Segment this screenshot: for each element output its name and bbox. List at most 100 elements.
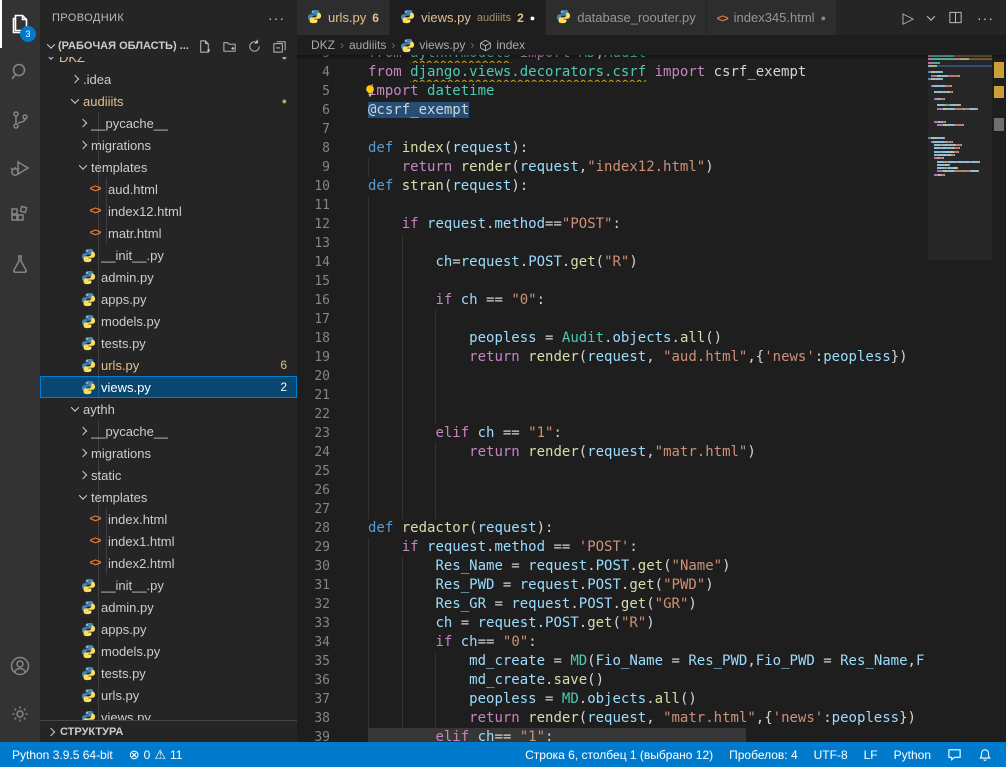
code-line-12[interactable]: 12 if request.method=="POST":	[297, 215, 928, 234]
code-line-26[interactable]: 26	[297, 481, 928, 500]
problems-status[interactable]: ⊗ 0 ⚠ 11	[121, 742, 191, 767]
run-python-file-button[interactable]: ▷	[902, 9, 914, 27]
tree-item--init-py[interactable]: __init__.py	[40, 244, 297, 266]
tree-item-index12-html[interactable]: <>index12.html	[40, 200, 297, 222]
code-line-14[interactable]: 14 ch=request.POST.get("R")	[297, 253, 928, 272]
code-line-38[interactable]: 38 return render(request, "matr.html",{'…	[297, 709, 928, 728]
workspace-section-header[interactable]: (РАБОЧАЯ ОБЛАСТЬ) ...	[40, 35, 297, 57]
notifications-bell-icon[interactable]	[970, 742, 1000, 767]
tree-item--idea[interactable]: .idea	[40, 68, 297, 90]
code-line-24[interactable]: 24 return render(request,"matr.html")	[297, 443, 928, 462]
code-line-22[interactable]: 22	[297, 405, 928, 424]
code-line-21[interactable]: 21	[297, 386, 928, 405]
lightbulb-icon[interactable]	[363, 84, 377, 101]
tree-item-models-py[interactable]: models.py	[40, 310, 297, 332]
tree-item-views-py[interactable]: views.py	[40, 706, 297, 720]
code-line-28[interactable]: 28def redactor(request):	[297, 519, 928, 538]
code-line-29[interactable]: 29 if request.method == 'POST':	[297, 538, 928, 557]
dirty-dot-icon[interactable]: ●	[530, 13, 535, 23]
tree-item-tests-py[interactable]: tests.py	[40, 662, 297, 684]
code-line-31[interactable]: 31 Res_PWD = request.POST.get("PWD")	[297, 576, 928, 595]
python-interpreter-status[interactable]: Python 3.9.5 64-bit	[4, 742, 121, 767]
tree-item-aud-html[interactable]: <>aud.html	[40, 178, 297, 200]
tree-item-templates[interactable]: templates	[40, 486, 297, 508]
feedback-icon[interactable]	[939, 742, 970, 767]
code-line-32[interactable]: 32 Res_GR = request.POST.get("GR")	[297, 595, 928, 614]
breadcrumb-item-audiiits[interactable]: audiiits	[349, 38, 386, 52]
code-line-6[interactable]: 6@csrf_exempt	[297, 101, 928, 120]
explorer-icon[interactable]: 3	[0, 0, 40, 48]
tree-item--pycache-[interactable]: __pycache__	[40, 112, 297, 134]
sidebar-more-icon[interactable]: ···	[268, 10, 285, 26]
tree-item--init-py[interactable]: __init__.py	[40, 574, 297, 596]
code-line-30[interactable]: 30 Res_Name = request.POST.get("Name")	[297, 557, 928, 576]
tree-item-urls-py[interactable]: urls.py	[40, 684, 297, 706]
new-file-icon[interactable]	[197, 39, 212, 54]
code-line-17[interactable]: 17	[297, 310, 928, 329]
code-line-25[interactable]: 25	[297, 462, 928, 481]
tree-item-aythh[interactable]: aythh	[40, 398, 297, 420]
tab-index345-html[interactable]: <>index345.html●	[707, 0, 837, 35]
tree-item-tests-py[interactable]: tests.py	[40, 332, 297, 354]
collapse-all-icon[interactable]	[272, 39, 287, 54]
code-line-15[interactable]: 15	[297, 272, 928, 291]
tree-item-index1-html[interactable]: <>index1.html	[40, 530, 297, 552]
eol-status[interactable]: LF	[856, 742, 886, 767]
accounts-icon[interactable]	[0, 642, 40, 690]
tab-views-py[interactable]: views.pyaudiiits2●	[390, 0, 546, 35]
cursor-position-status[interactable]: Строка 6, столбец 1 (выбрано 12)	[517, 742, 721, 767]
tree-item-index2-html[interactable]: <>index2.html	[40, 552, 297, 574]
tree-item-apps-py[interactable]: apps.py	[40, 618, 297, 640]
tree-item-admin-py[interactable]: admin.py	[40, 596, 297, 618]
breadcrumb-item-views-py[interactable]: views.py	[400, 38, 465, 53]
tree-item--pycache-[interactable]: __pycache__	[40, 420, 297, 442]
code-line-13[interactable]: 13	[297, 234, 928, 253]
code-line-23[interactable]: 23 elif ch == "1":	[297, 424, 928, 443]
code-line-19[interactable]: 19 return render(request, "aud.html",{'n…	[297, 348, 928, 367]
tab-database-roouter-py[interactable]: database_roouter.py	[546, 0, 707, 35]
code-line-35[interactable]: 35 md_create = MD(Fio_Name = Res_PWD,Fio…	[297, 652, 928, 671]
tree-item-DKZ[interactable]: DKZ●	[40, 57, 297, 68]
code-line-18[interactable]: 18 peopless = Audit.objects.all()	[297, 329, 928, 348]
tree-item-audiiits[interactable]: audiiits●	[40, 90, 297, 112]
language-mode-status[interactable]: Python	[886, 742, 939, 767]
vertical-scrollbar[interactable]	[992, 55, 1006, 742]
tree-item-migrations[interactable]: migrations	[40, 442, 297, 464]
tree-item-matr-html[interactable]: <>matr.html	[40, 222, 297, 244]
breadcrumb-item-index[interactable]: index	[479, 38, 525, 52]
search-icon[interactable]	[0, 48, 40, 96]
code-editor[interactable]: 3from aythh.models import MD,Audit4from …	[297, 55, 1006, 742]
tree-item-views-py[interactable]: views.py2	[40, 376, 297, 398]
code-line-37[interactable]: 37 peopless = MD.objects.all()	[297, 690, 928, 709]
new-folder-icon[interactable]	[222, 39, 237, 54]
code-line-7[interactable]: 7	[297, 120, 928, 139]
breadcrumb-item-DKZ[interactable]: DKZ	[311, 38, 335, 52]
code-line-20[interactable]: 20	[297, 367, 928, 386]
run-debug-icon[interactable]	[0, 144, 40, 192]
code-line-11[interactable]: 11	[297, 196, 928, 215]
refresh-icon[interactable]	[247, 39, 262, 54]
settings-gear-icon[interactable]	[0, 690, 40, 738]
tree-item-static[interactable]: static	[40, 464, 297, 486]
indentation-status[interactable]: Пробелов: 4	[721, 742, 806, 767]
code-line-27[interactable]: 27	[297, 500, 928, 519]
code-line-34[interactable]: 34 if ch== "0":	[297, 633, 928, 652]
split-editor-button[interactable]	[948, 10, 963, 25]
code-line-33[interactable]: 33 ch = request.POST.get("R")	[297, 614, 928, 633]
encoding-status[interactable]: UTF-8	[806, 742, 856, 767]
code-line-8[interactable]: 8def index(request):	[297, 139, 928, 158]
testing-icon[interactable]	[0, 240, 40, 288]
dirty-dot-icon[interactable]: ●	[821, 13, 826, 23]
code-line-9[interactable]: 9 return render(request,"index12.html")	[297, 158, 928, 177]
code-line-39[interactable]: 39 elif ch== "1":	[297, 728, 928, 742]
editor-more-actions-button[interactable]: ···	[977, 10, 994, 26]
minimap[interactable]	[928, 55, 992, 742]
tree-item-index-html[interactable]: <>index.html	[40, 508, 297, 530]
outline-section-header[interactable]: СТРУКТУРА	[40, 720, 297, 742]
tree-item-apps-py[interactable]: apps.py	[40, 288, 297, 310]
run-dropdown-chevron-icon[interactable]	[928, 15, 934, 21]
tree-item-models-py[interactable]: models.py	[40, 640, 297, 662]
code-line-5[interactable]: 5import datetime	[297, 82, 928, 101]
code-line-4[interactable]: 4from django.views.decorators.csrf impor…	[297, 63, 928, 82]
code-line-10[interactable]: 10def stran(request):	[297, 177, 928, 196]
